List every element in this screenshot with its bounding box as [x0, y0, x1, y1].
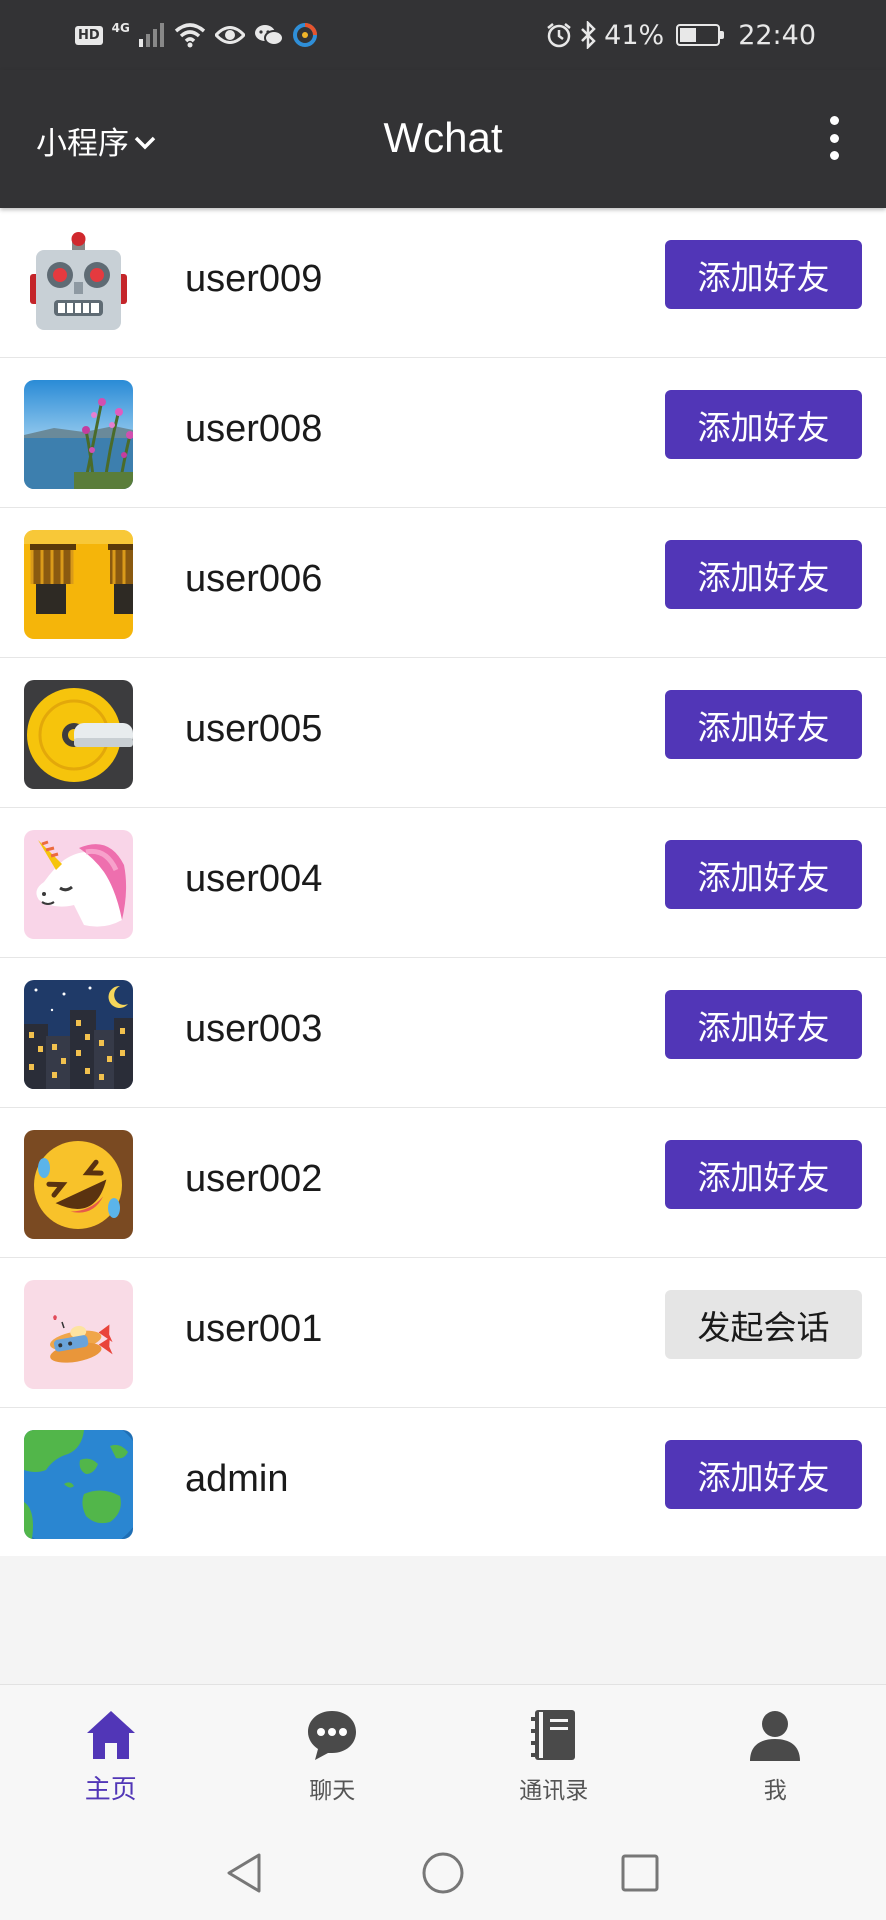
- wechat-icon: [254, 23, 284, 47]
- alarm-icon: [546, 22, 572, 48]
- battery-icon: [676, 24, 725, 46]
- more-options-icon[interactable]: [824, 116, 844, 160]
- home-nav-icon[interactable]: [419, 1849, 467, 1897]
- tab-contacts[interactable]: 通讯录: [443, 1685, 665, 1826]
- recents-nav-icon[interactable]: [616, 1849, 664, 1897]
- status-bar: HD 4G 41% 22:40: [0, 0, 886, 70]
- eye-icon: [214, 24, 245, 46]
- clock-time: 22:40: [738, 19, 816, 51]
- user-list: user009 添加好友 user008 添加好友 user006 添加好友 u…: [0, 208, 886, 1556]
- network-type-label: 4G: [111, 21, 130, 35]
- tab-label: 主页: [84, 1775, 137, 1805]
- add-friend-button[interactable]: 添加好友: [665, 1440, 862, 1509]
- add-friend-button[interactable]: 添加好友: [665, 840, 862, 909]
- globe-avatar-icon[interactable]: [24, 1430, 133, 1539]
- chat-bubble-icon: [308, 1711, 357, 1760]
- username: user006: [185, 558, 323, 600]
- add-friend-button[interactable]: 添加好友: [665, 690, 862, 759]
- list-item[interactable]: user008 添加好友: [0, 358, 886, 508]
- robot-avatar-icon[interactable]: [24, 230, 133, 339]
- home-icon: [86, 1711, 135, 1759]
- wifi-icon: [174, 22, 206, 48]
- hd-badge: HD: [75, 25, 103, 45]
- username: user003: [185, 1008, 323, 1050]
- app-notification-icon: [292, 23, 317, 47]
- tab-label: 聊天: [309, 1778, 356, 1804]
- flowers-lake-avatar-icon[interactable]: [24, 380, 133, 489]
- tab-label: 我: [763, 1778, 787, 1804]
- add-friend-button[interactable]: 添加好友: [665, 240, 862, 309]
- username: user004: [185, 858, 323, 900]
- tab-label: 通讯录: [519, 1778, 589, 1804]
- username: user001: [185, 1308, 323, 1350]
- signal-icon: [138, 23, 165, 47]
- status-right-icons: 41% 22:40: [546, 18, 816, 52]
- add-friend-button[interactable]: 添加好友: [665, 540, 862, 609]
- list-item[interactable]: user002 添加好友: [0, 1108, 886, 1258]
- bluetooth-icon: [580, 21, 596, 49]
- list-item[interactable]: user006 添加好友: [0, 508, 886, 658]
- username: user005: [185, 708, 323, 750]
- tab-me[interactable]: 我: [665, 1685, 886, 1826]
- status-left-icons: HD 4G: [75, 18, 317, 52]
- yellow-building-avatar-icon[interactable]: [24, 530, 133, 639]
- list-item[interactable]: user001 发起会话: [0, 1258, 886, 1408]
- list-item[interactable]: user004 添加好友: [0, 808, 886, 958]
- list-item[interactable]: user009 添加好友: [0, 208, 886, 358]
- unicorn-avatar-icon[interactable]: [24, 830, 133, 939]
- laughing-face-avatar-icon[interactable]: [24, 1130, 133, 1239]
- tab-chat[interactable]: 聊天: [222, 1685, 444, 1826]
- list-item[interactable]: admin 添加好友: [0, 1408, 886, 1556]
- page-title: Wchat: [383, 114, 503, 161]
- list-item[interactable]: user005 添加好友: [0, 658, 886, 808]
- address-book-icon: [530, 1710, 575, 1760]
- username: admin: [185, 1458, 289, 1500]
- add-friend-button[interactable]: 添加好友: [665, 990, 862, 1059]
- list-item[interactable]: user003 添加好友: [0, 958, 886, 1108]
- battery-percent: 41%: [604, 19, 665, 51]
- tab-home[interactable]: 主页: [0, 1685, 222, 1826]
- disc-avatar-icon[interactable]: [24, 680, 133, 789]
- username: user008: [185, 408, 323, 450]
- fried-shrimp-avatar-icon[interactable]: [24, 1280, 133, 1389]
- system-navigation-bar: [0, 1826, 886, 1920]
- add-friend-button[interactable]: 添加好友: [665, 390, 862, 459]
- bottom-tab-bar: 主页 聊天 通讯录 我: [0, 1684, 886, 1826]
- app-header: 小程序 Wchat: [0, 70, 886, 208]
- person-icon: [750, 1711, 801, 1761]
- start-chat-button[interactable]: 发起会话: [665, 1290, 862, 1359]
- username: user002: [185, 1158, 323, 1200]
- night-city-avatar-icon[interactable]: [24, 980, 133, 1089]
- add-friend-button[interactable]: 添加好友: [665, 1140, 862, 1209]
- back-nav-icon[interactable]: [221, 1849, 269, 1897]
- username: user009: [185, 258, 323, 300]
